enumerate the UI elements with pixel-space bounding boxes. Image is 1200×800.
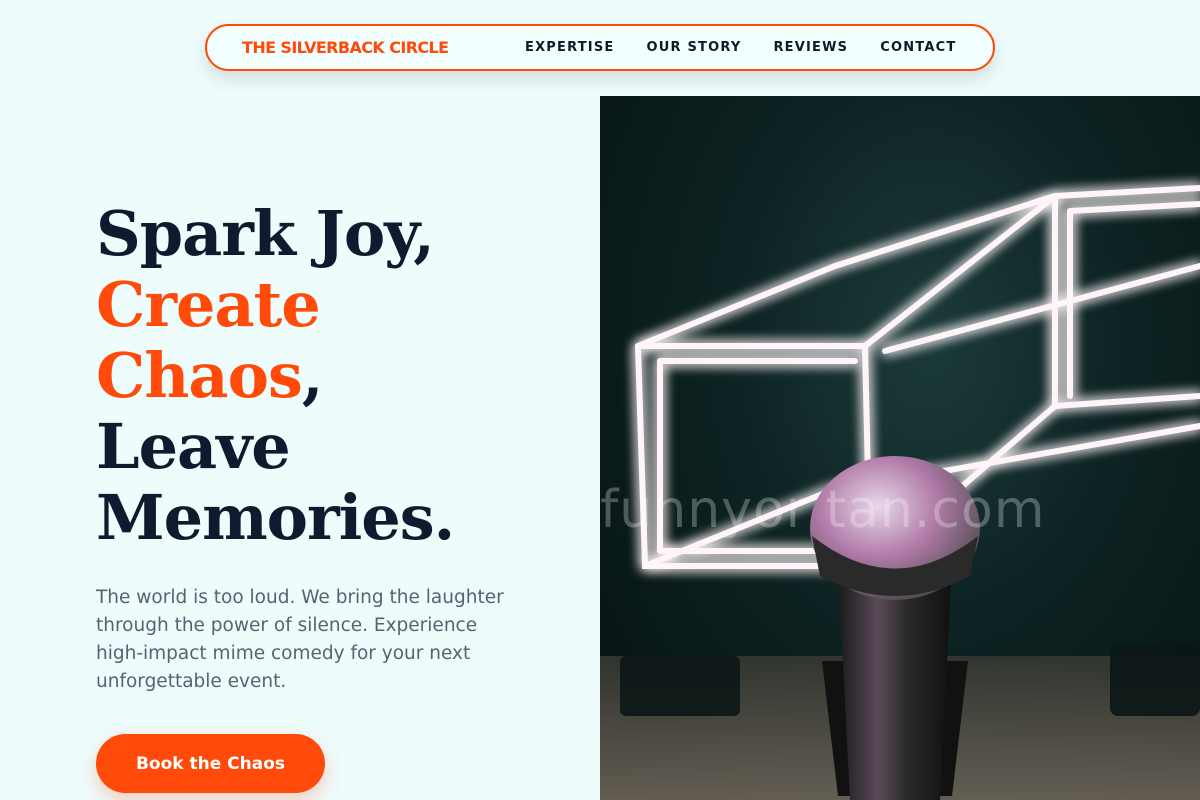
headline-line-4: Leave [96,410,291,483]
nav-link-contact[interactable]: CONTACT [880,40,956,55]
watermark-text: funnyor tan.com [600,480,1046,540]
headline-chaos-word: Chaos [96,339,303,412]
nav-links: EXPERTISE OUR STORY REVIEWS CONTACT [525,40,988,55]
headline-line-3: Chaos, [96,340,576,411]
brand-logo[interactable]: THE SILVERBACK CIRCLE [242,38,449,57]
headline-line-5: Memories. [96,481,455,554]
book-the-chaos-button[interactable]: Book the Chaos [96,734,325,793]
hero-headline: Spark Joy, Create Chaos, Leave Memories. [96,198,576,553]
headline-line-1: Spark Joy, [96,197,435,270]
nav-link-our-story[interactable]: OUR STORY [647,40,742,55]
top-nav: THE SILVERBACK CIRCLE EXPERTISE OUR STOR… [205,24,995,71]
nav-link-reviews[interactable]: REVIEWS [773,40,848,55]
nav-link-expertise[interactable]: EXPERTISE [525,40,615,55]
headline-comma: , [301,339,324,412]
hero-subtext: The world is too loud. We bring the laug… [96,587,504,692]
microphone-stage-image [600,185,1200,800]
hero-image: funnyor tan.com [600,96,1200,800]
headline-line-2: Create [96,268,321,341]
